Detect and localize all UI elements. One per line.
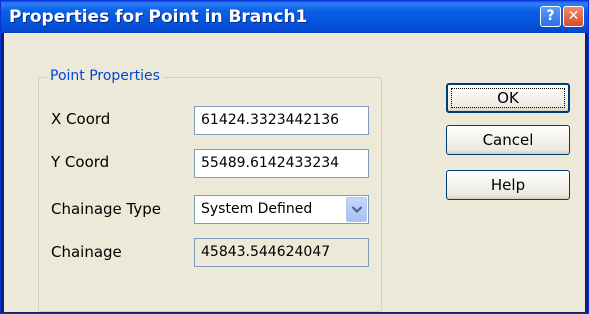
group-legend: Point Properties xyxy=(47,68,163,84)
help-icon: ? xyxy=(546,8,555,24)
window-title: Properties for Point in Branch1 xyxy=(9,7,308,27)
focus-rect xyxy=(451,88,565,108)
chainage-label: Chainage xyxy=(51,243,122,261)
chainage-type-label: Chainage Type xyxy=(51,200,162,218)
title-bar[interactable]: Properties for Point in Branch1 ? ✕ xyxy=(1,1,588,33)
cancel-button-label: Cancel xyxy=(482,131,534,149)
chevron-down-icon[interactable] xyxy=(346,197,367,222)
ok-button[interactable]: OK xyxy=(446,83,570,113)
dialog-body: Point Properties X Coord 61424.332344213… xyxy=(4,33,585,312)
chainage-type-select[interactable]: System Defined xyxy=(194,195,369,224)
chainage-value: 45843.544624047 xyxy=(194,238,369,267)
title-close-button[interactable]: ✕ xyxy=(563,6,584,27)
x-coord-input[interactable]: 61424.3323442136 xyxy=(194,106,369,135)
help-button[interactable]: Help xyxy=(446,170,570,200)
x-coord-label: X Coord xyxy=(51,110,111,128)
y-coord-label: Y Coord xyxy=(51,153,110,171)
chainage-type-value: System Defined xyxy=(201,201,313,217)
y-coord-input[interactable]: 55489.6142433234 xyxy=(194,149,369,178)
cancel-button[interactable]: Cancel xyxy=(446,125,570,155)
properties-dialog: Properties for Point in Branch1 ? ✕ Poin… xyxy=(0,0,589,314)
help-button-label: Help xyxy=(490,176,526,194)
title-help-button[interactable]: ? xyxy=(540,6,561,27)
close-icon: ✕ xyxy=(567,8,580,24)
